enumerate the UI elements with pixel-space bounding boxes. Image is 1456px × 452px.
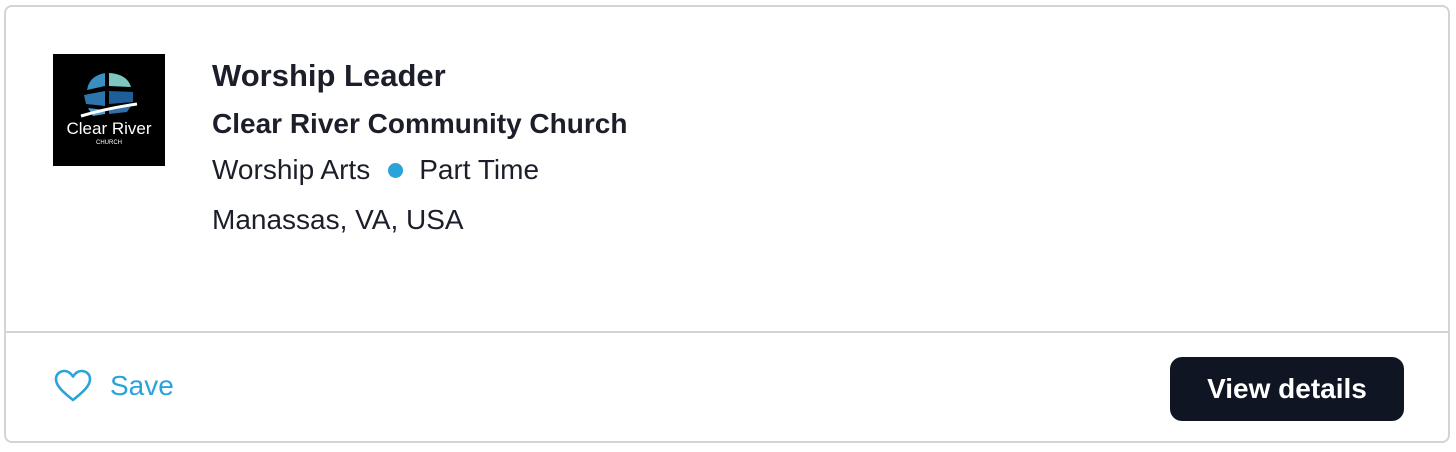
- heart-outline-icon: [54, 369, 92, 402]
- job-meta: Worship Arts Part Time: [212, 151, 627, 189]
- job-card-actions: Save View details: [6, 333, 1448, 441]
- clear-river-logo-icon: Clear River CHURCH: [53, 54, 165, 166]
- job-title[interactable]: Worship Leader: [212, 57, 627, 95]
- logo-text: Clear River: [66, 119, 151, 138]
- view-details-button[interactable]: View details: [1170, 357, 1404, 421]
- save-label: Save: [110, 370, 174, 401]
- job-card-content: Clear River CHURCH Worship Leader Clear …: [6, 7, 1448, 331]
- job-info: Worship Leader Clear River Community Chu…: [212, 57, 627, 239]
- organization-name: Clear River Community Church: [212, 108, 628, 139]
- job-location: Manassas, VA, USA: [212, 204, 464, 235]
- organization-logo: Clear River CHURCH: [53, 54, 165, 166]
- job-card: Clear River CHURCH Worship Leader Clear …: [4, 5, 1450, 443]
- dot-icon: [388, 162, 404, 178]
- job-employment-type: Part Time: [419, 154, 540, 185]
- job-department: Worship Arts: [212, 154, 371, 185]
- logo-subtext: CHURCH: [96, 140, 122, 146]
- save-button[interactable]: Save: [54, 369, 174, 403]
